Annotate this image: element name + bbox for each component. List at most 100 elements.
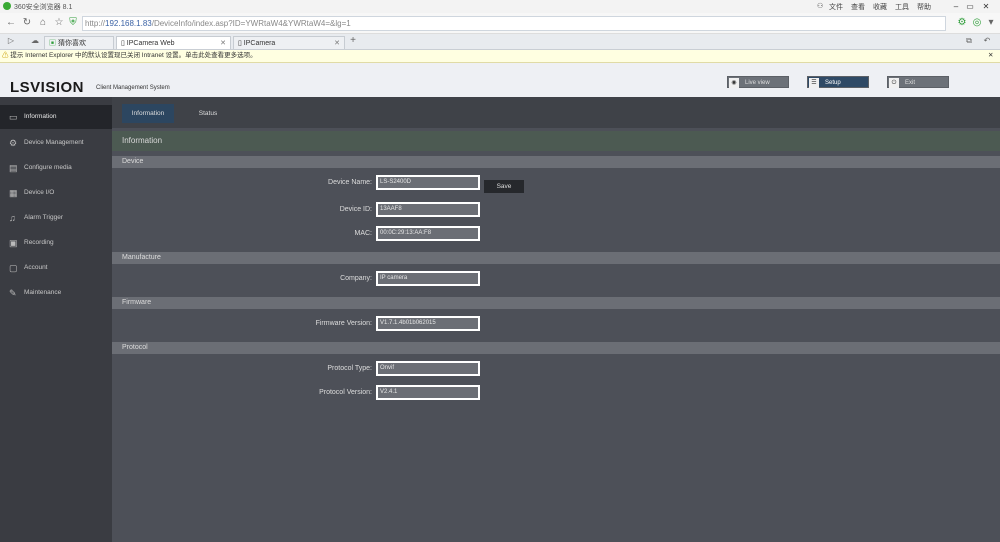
protocol-type-input[interactable]: Onvif (376, 361, 480, 376)
menu-file[interactable]: 文件 (829, 2, 843, 12)
live-view-button[interactable]: ◉ Live view (727, 76, 789, 88)
sidebar-item-account[interactable]: ▢ Account (0, 256, 112, 280)
save-button[interactable]: Save (484, 180, 524, 193)
close-tab-icon[interactable]: ✕ (220, 37, 226, 50)
tab-ipcamera[interactable]: ▯ IPCamera ✕ (233, 36, 345, 49)
ie-info-bar[interactable]: ⚠ 提示 Internet Explorer 中的默认设置现已关闭 Intran… (0, 50, 1000, 63)
device-name-input[interactable]: LS-S2400D (376, 175, 480, 190)
film-icon: ▣ (9, 238, 18, 248)
sidebar-item-label: Information (24, 113, 57, 120)
bell-icon: ♫ (9, 213, 16, 223)
address-bar-row: ← ↻ ⌂ ☆ ⛨ http://192.168.1.83/DeviceInfo… (0, 13, 1000, 34)
setup-label: Setup (825, 80, 841, 86)
device-id-input[interactable]: 13AAF8 (376, 202, 480, 217)
sidebar: ▭ Information ⚙ Device Management ▤ Configu… (0, 97, 112, 542)
content-tabs: Information Status (112, 97, 1000, 128)
app-header: LSVISION Client Management System ◉ Live … (0, 63, 1000, 97)
window-title: 360安全浏览器 8.1 (14, 4, 73, 11)
sidebar-item-information[interactable]: ▭ Information (0, 105, 112, 129)
tab-guess[interactable]: ▣ 猜你喜欢 (44, 36, 114, 49)
shield-icon[interactable]: ⛨ (66, 16, 80, 30)
menu-favorites[interactable]: 收藏 (873, 2, 887, 12)
device-id-label: Device ID: (339, 206, 372, 213)
main-content: Information Status Information Device De… (112, 97, 1000, 542)
sidebar-item-device-io[interactable]: ▦ Device I/O (0, 181, 112, 205)
protocol-type-label: Protocol Type: (327, 365, 372, 372)
new-tab-icon[interactable]: + (346, 34, 360, 48)
back-icon[interactable]: ← (4, 16, 18, 30)
firmware-version-input[interactable]: V1.7.1.4b01b062015 (376, 316, 480, 331)
brand-subtitle: Client Management System (96, 85, 170, 91)
star-icon[interactable]: ☆ (52, 16, 66, 30)
wrench-icon: ✎ (9, 288, 17, 298)
security-icon[interactable]: ◎ (970, 16, 984, 30)
setup-button[interactable]: ☰ Setup (807, 76, 869, 88)
sidebar-toggle-icon[interactable]: ▷ (4, 34, 18, 48)
menu-tools[interactable]: 工具 (895, 2, 909, 12)
sidebar-item-alarm-trigger[interactable]: ♫ Alarm Trigger (0, 206, 112, 230)
close-tab-icon[interactable]: ✕ (334, 37, 340, 50)
compat-mode-icon[interactable]: ⚙ (955, 16, 969, 30)
group-firmware: Firmware (112, 297, 1000, 309)
exit-button[interactable]: ⏻ Exit (887, 76, 949, 88)
power-icon: ⏻ (889, 78, 899, 88)
tab-information[interactable]: Information (122, 104, 174, 123)
refresh-icon[interactable]: ↻ (20, 16, 34, 30)
browser-title-bar: 360安全浏览器 8.1 ⚇ 文件 查看 收藏 工具 帮助 – ▭ ✕ (0, 0, 1000, 13)
tab-label: IPCamera (243, 40, 276, 47)
url-input[interactable]: http://192.168.1.83/DeviceInfo/index.asp… (82, 16, 946, 31)
sidebar-item-label: Configure media (24, 164, 72, 171)
sidebar-item-device-management[interactable]: ⚙ Device Management (0, 131, 112, 155)
brand-logo: LSVISION (10, 79, 85, 96)
company-input[interactable]: IP camera (376, 271, 480, 286)
tab-status[interactable]: Status (182, 104, 234, 123)
exit-label: Exit (905, 80, 916, 86)
list-icon: ☰ (809, 78, 819, 88)
sidebar-item-configure-media[interactable]: ▤ Configure media (0, 156, 112, 180)
menu-help[interactable]: 帮助 (917, 2, 931, 12)
sidebar-item-label: Device I/O (24, 189, 55, 196)
user-icon[interactable]: ⚇ (817, 2, 823, 10)
account-icon: ▢ (9, 263, 18, 273)
live-view-label: Live view (745, 80, 770, 86)
group-device: Device (112, 156, 1000, 168)
url-path: /DeviceInfo/index.asp?ID=YWRtaW4&YWRtaW4… (151, 19, 351, 28)
url-host: 192.168.1.83 (105, 19, 152, 28)
cloud-icon[interactable]: ☁ (28, 34, 42, 48)
sidebar-item-label: Alarm Trigger (24, 214, 64, 221)
warning-icon: ⚠ (2, 52, 9, 59)
sidebar-item-label: Device Management (24, 139, 84, 146)
maximize-icon[interactable]: ▭ (964, 1, 976, 12)
undo-close-icon[interactable]: ↶ (980, 34, 994, 48)
gear-icon: ⚙ (9, 138, 18, 148)
sidebar-item-maintenance[interactable]: ✎ Maintenance (0, 281, 112, 305)
company-label: Company: (340, 275, 372, 282)
group-manufacture: Manufacture (112, 252, 1000, 264)
group-protocol: Protocol (112, 342, 1000, 354)
tab-ipcamera-web[interactable]: ▯ IPCamera Web ✕ (116, 36, 231, 49)
sidebar-item-recording[interactable]: ▣ Recording (0, 231, 112, 255)
camera-icon: ◉ (729, 78, 739, 88)
url-scheme: http:// (85, 19, 106, 28)
dropdown-icon[interactable]: ▾ (984, 16, 998, 30)
menu-view[interactable]: 查看 (851, 2, 865, 12)
browser-logo-icon (3, 2, 11, 10)
tab-label: IPCamera Web (126, 40, 175, 47)
protocol-version-input[interactable]: V2.4.1 (376, 385, 480, 400)
device-name-label: Device Name: (328, 179, 372, 186)
mac-input[interactable]: 00:0C:29:13:AA:F8 (376, 226, 480, 241)
info-bar-text: 提示 Internet Explorer 中的默认设置现已关闭 Intranet… (10, 52, 257, 59)
sidebar-item-label: Recording (24, 239, 54, 246)
monitor-icon: ▭ (9, 112, 18, 122)
minimize-icon[interactable]: – (950, 1, 962, 12)
browser-tab-bar: ▷ ☁ ▣ 猜你喜欢 ▯ IPCamera Web ✕ ▯ IPCamera ✕ +… (0, 34, 1000, 50)
close-info-icon[interactable]: ✕ (988, 50, 993, 62)
io-icon: ▦ (9, 188, 18, 198)
close-window-icon[interactable]: ✕ (980, 1, 992, 12)
restore-tabs-icon[interactable]: ⧉ (962, 34, 976, 48)
firmware-version-label: Firmware Version: (315, 320, 372, 327)
mac-label: MAC: (354, 230, 373, 237)
home-icon[interactable]: ⌂ (36, 16, 50, 30)
sidebar-item-label: Maintenance (24, 289, 62, 296)
protocol-version-label: Protocol Version: (319, 389, 372, 396)
